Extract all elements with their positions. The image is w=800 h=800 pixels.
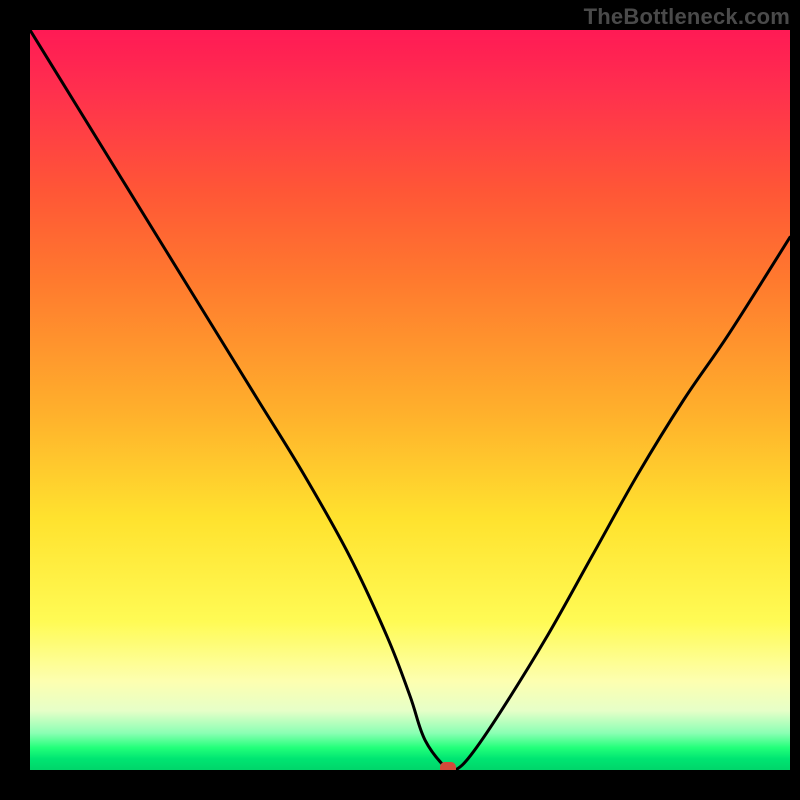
plot-area [30,30,790,770]
chart-frame: TheBottleneck.com [0,0,800,800]
bottleneck-curve [30,30,790,770]
optimum-marker [440,762,456,770]
watermark-label: TheBottleneck.com [584,4,790,30]
